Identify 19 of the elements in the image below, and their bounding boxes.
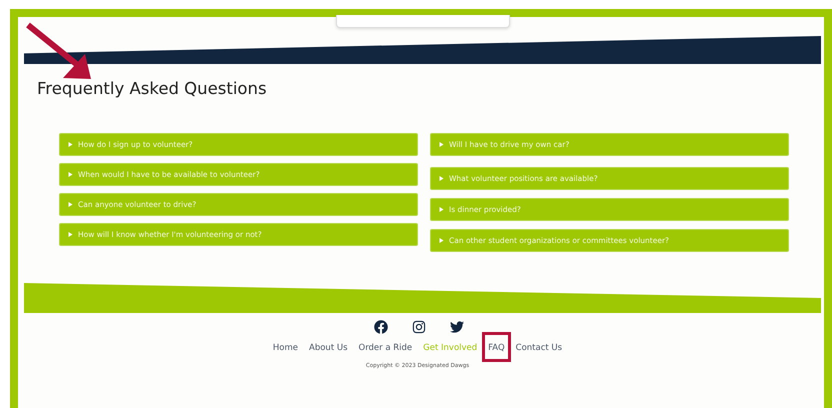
footer-nav-link[interactable]: Home — [272, 343, 298, 353]
twitter-icon[interactable] — [450, 320, 464, 334]
disclosure-triangle-icon — [439, 207, 444, 212]
disclosure-triangle-icon — [68, 172, 73, 177]
page-title: Frequently Asked Questions — [37, 78, 268, 100]
footer-nav-link[interactable]: Order a Ride — [358, 343, 412, 353]
footer-nav-link[interactable]: Get Involved — [423, 343, 478, 353]
disclosure-triangle-icon — [439, 142, 444, 147]
disclosure-triangle-icon — [439, 238, 444, 243]
footer-nav-link[interactable]: Contact Us — [516, 343, 562, 353]
disclosure-triangle-icon — [439, 176, 444, 181]
disclosure-triangle-icon — [68, 202, 73, 207]
footer-nav-link[interactable]: About Us — [309, 343, 348, 353]
disclosure-triangle-icon — [68, 142, 73, 147]
instagram-icon[interactable] — [412, 320, 426, 334]
footer-nav-link[interactable]: FAQ — [488, 343, 505, 353]
highlight-box — [482, 332, 511, 362]
disclosure-triangle-icon — [68, 232, 73, 237]
facebook-icon[interactable] — [374, 320, 388, 334]
